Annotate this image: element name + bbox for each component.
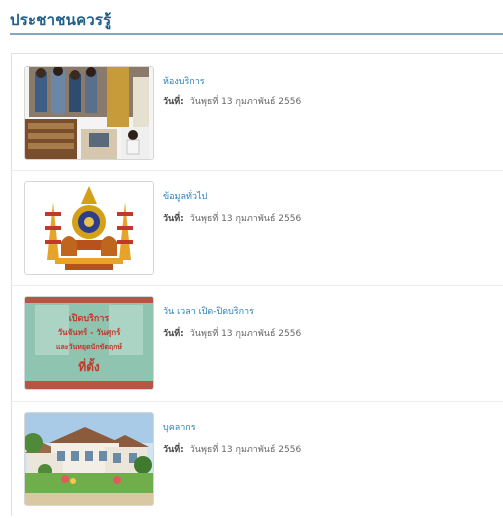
title-underline — [10, 33, 503, 35]
date-label: วันที่: — [163, 214, 184, 224]
item-date: วันที่: วันพุธที่ 13 กุมภาพันธ์ 2556 — [163, 326, 301, 340]
news-list: ห้องบริการ วันที่: วันพุธที่ 13 กุมภาพันธ… — [11, 53, 503, 516]
poster-line-4: ที่ตั้ง — [78, 357, 100, 374]
date-value: วันพุธที่ 13 กุมภาพันธ์ 2556 — [189, 329, 302, 339]
thumbnail-service-room[interactable] — [24, 66, 154, 160]
date-value: วันพุธที่ 13 กุมภาพันธ์ 2556 — [189, 214, 302, 224]
thumbnail-building[interactable] — [24, 412, 154, 506]
item-date: วันที่: วันพุธที่ 13 กุมภาพันธ์ 2556 — [163, 94, 301, 108]
page-title: ประชาชนควรรู้ — [10, 11, 112, 29]
item-date: วันที่: วันพุธที่ 13 กุมภาพันธ์ 2556 — [163, 211, 301, 225]
date-label: วันที่: — [163, 97, 184, 107]
poster-line-3: และวันหยุดนักขัตฤกษ์ — [56, 342, 122, 351]
item-title-link[interactable]: วัน เวลา เปิด-ปิดบริการ — [163, 304, 254, 318]
item-title-link[interactable]: ห้องบริการ — [163, 74, 205, 88]
date-value: วันพุธที่ 13 กุมภาพันธ์ 2556 — [189, 445, 302, 455]
page-header: ประชาชนควรรู้ — [0, 0, 503, 40]
item-title-link[interactable]: ข้อมูลทั่วไป — [163, 189, 207, 203]
thumbnail-royal-emblem[interactable] — [24, 181, 154, 275]
thumbnail-opening-hours[interactable]: เปิดบริการ วันจันทร์ - วันศุกร์ และวันหย… — [24, 296, 154, 390]
list-item: ข้อมูลทั่วไป วันที่: วันพุธที่ 13 กุมภาพั… — [12, 171, 503, 287]
date-value: วันพุธที่ 13 กุมภาพันธ์ 2556 — [189, 97, 302, 107]
date-label: วันที่: — [163, 445, 184, 455]
item-date: วันที่: วันพุธที่ 13 กุมภาพันธ์ 2556 — [163, 442, 301, 456]
date-label: วันที่: — [163, 329, 184, 339]
list-item: ห้องบริการ วันที่: วันพุธที่ 13 กุมภาพันธ… — [12, 54, 503, 170]
poster-line-2: วันจันทร์ - วันศุกร์ — [58, 327, 121, 338]
poster-line-1: เปิดบริการ — [69, 313, 110, 324]
list-item: เปิดบริการ วันจันทร์ - วันศุกร์ และวันหย… — [12, 286, 503, 402]
item-title-link[interactable]: บุคลากร — [163, 420, 196, 434]
list-item: บุคลากร วันที่: วันพุธที่ 13 กุมภาพันธ์ 2… — [12, 402, 503, 518]
